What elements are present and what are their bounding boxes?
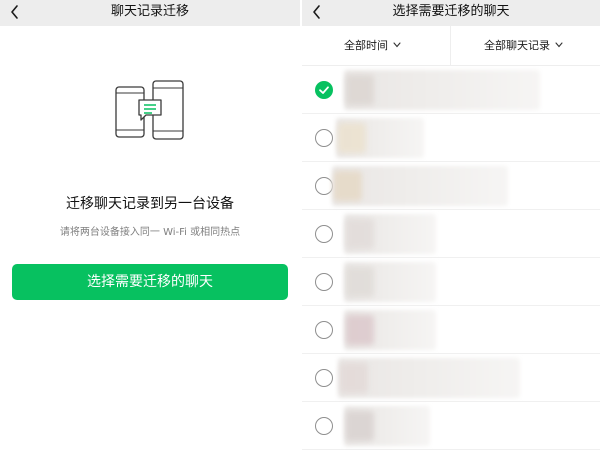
radio-unchecked[interactable] bbox=[315, 369, 333, 387]
select-chats-button[interactable]: 选择需要迁移的聊天 bbox=[12, 264, 288, 300]
check-icon bbox=[319, 86, 329, 94]
blurred-avatar bbox=[346, 219, 374, 249]
blurred-avatar bbox=[334, 171, 362, 201]
blurred-avatar bbox=[346, 411, 374, 441]
chevron-down-icon bbox=[555, 42, 563, 48]
records-filter-label: 全部聊天记录 bbox=[484, 39, 550, 52]
wifi-hint: 请将两台设备接入同一 Wi-Fi 或相同热点 bbox=[59, 227, 241, 238]
select-chats-screen: 选择需要迁移的聊天 全部时间 全部聊天记录 bbox=[302, 0, 600, 450]
chat-list bbox=[302, 66, 600, 450]
navbar: 选择需要迁移的聊天 bbox=[302, 0, 600, 26]
time-filter-dropdown[interactable]: 全部时间 bbox=[344, 26, 401, 66]
radio-unchecked[interactable] bbox=[315, 321, 333, 339]
chat-row[interactable] bbox=[302, 258, 600, 306]
radio-unchecked[interactable] bbox=[315, 225, 333, 243]
radio-unchecked[interactable] bbox=[315, 129, 333, 147]
chat-row[interactable] bbox=[302, 162, 600, 210]
chat-row[interactable] bbox=[302, 66, 600, 114]
blurred-avatar bbox=[346, 267, 374, 297]
chat-row[interactable] bbox=[302, 354, 600, 402]
blurred-avatar bbox=[346, 75, 374, 105]
filter-separator bbox=[450, 26, 451, 66]
migrate-title: 迁移聊天记录到另一台设备 bbox=[66, 196, 234, 212]
navbar: 聊天记录迁移 bbox=[0, 0, 300, 26]
chat-row[interactable] bbox=[302, 210, 600, 258]
blurred-avatar bbox=[346, 315, 374, 345]
radio-checked[interactable] bbox=[315, 81, 333, 99]
radio-unchecked[interactable] bbox=[315, 417, 333, 435]
time-filter-label: 全部时间 bbox=[344, 39, 388, 52]
two-phones-transfer-icon bbox=[110, 78, 188, 144]
chat-row[interactable] bbox=[302, 306, 600, 354]
chevron-down-icon bbox=[393, 42, 401, 48]
radio-unchecked[interactable] bbox=[315, 273, 333, 291]
records-filter-dropdown[interactable]: 全部聊天记录 bbox=[484, 26, 563, 66]
filter-bar: 全部时间 全部聊天记录 bbox=[302, 26, 600, 66]
radio-unchecked[interactable] bbox=[315, 177, 333, 195]
page-title: 聊天记录迁移 bbox=[110, 4, 189, 19]
chat-row[interactable] bbox=[302, 402, 600, 450]
blurred-avatar bbox=[338, 123, 366, 153]
page-title: 选择需要迁移的聊天 bbox=[392, 4, 510, 19]
blurred-avatar bbox=[340, 363, 368, 393]
chat-row[interactable] bbox=[302, 114, 600, 162]
migration-screen: 聊天记录迁移 迁移聊天记录到另一台设备 请将两台设备接入同一 Wi-Fi 或相同… bbox=[0, 0, 300, 450]
